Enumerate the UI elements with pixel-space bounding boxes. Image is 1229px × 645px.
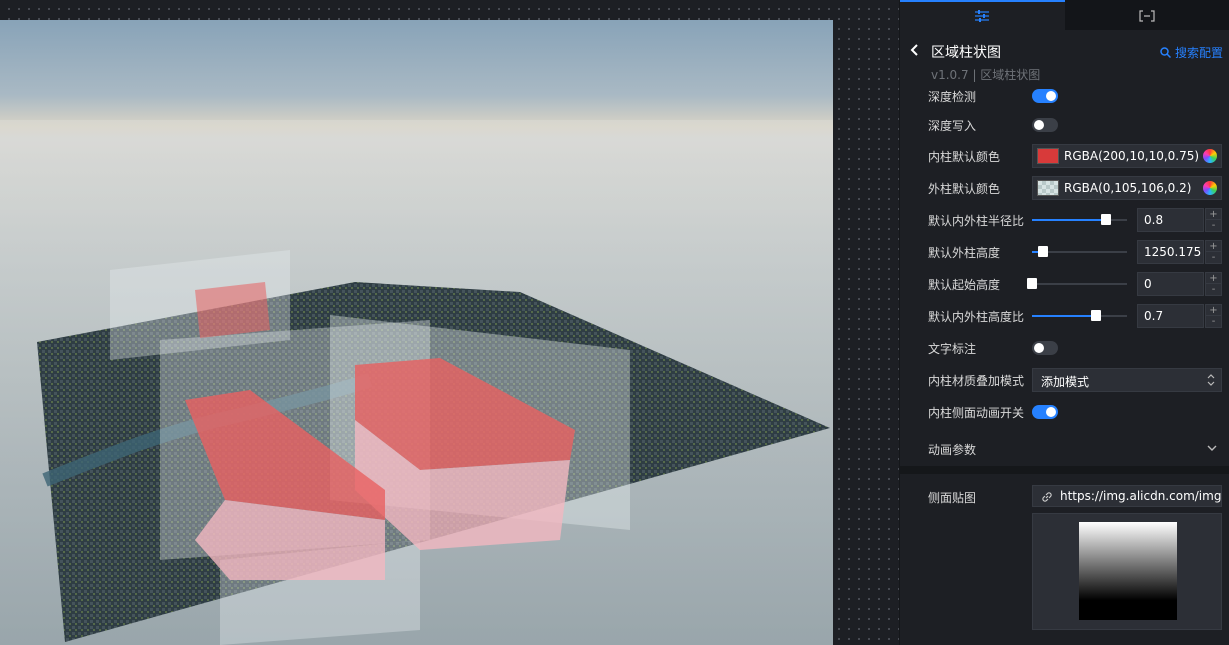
link-icon	[1042, 492, 1052, 502]
sliders-icon	[975, 10, 990, 22]
increment-button[interactable]: +	[1205, 208, 1222, 220]
row-blend-mode: 内柱材质叠加模式 添加模式	[900, 366, 1229, 394]
divider	[900, 466, 1229, 474]
version-info: v1.0.7 | 区域柱状图	[931, 68, 1041, 82]
row-height-ratio: 默认内外柱高度比 0.7 + -	[900, 302, 1229, 330]
text-label-label: 文字标注	[928, 342, 977, 356]
chevron-down-icon	[1207, 445, 1217, 451]
scene-drawing	[0, 120, 833, 645]
row-depth-write: 深度写入	[900, 111, 1229, 139]
search-config-label: 搜索配置	[1174, 46, 1223, 60]
texture-preview[interactable]	[1032, 513, 1222, 630]
texture-preview-image	[1079, 522, 1177, 620]
text-label-toggle[interactable]	[1032, 341, 1058, 355]
slider-handle[interactable]	[1027, 278, 1037, 289]
decrement-button[interactable]: -	[1205, 284, 1222, 296]
inner-column-top	[195, 282, 270, 338]
decrement-button[interactable]: -	[1205, 252, 1222, 264]
increment-button[interactable]: +	[1205, 240, 1222, 252]
row-depth-test: 深度检测	[900, 88, 1229, 110]
slider-handle[interactable]	[1091, 310, 1101, 321]
row-start-height: 默认起始高度 0 + -	[900, 270, 1229, 298]
start-height-input[interactable]: 0	[1137, 272, 1204, 296]
inner-color-picker[interactable]: RGBA(200,10,10,0.75)	[1032, 144, 1222, 168]
side-anim-label: 内柱侧面动画开关	[928, 406, 1025, 420]
radius-ratio-stepper[interactable]: + -	[1205, 208, 1222, 232]
canvas-stage	[0, 0, 900, 645]
row-inner-color: 内柱默认颜色 RGBA(200,10,10,0.75)	[900, 142, 1229, 170]
panel-header: 区域柱状图 搜索配置 v1.0.7 | 区域柱状图	[900, 30, 1229, 88]
inner-color-label: 内柱默认颜色	[928, 150, 1001, 164]
outer-color-picker[interactable]: RGBA(0,105,106,0.2)	[1032, 176, 1222, 200]
row-outer-color: 外柱默认颜色 RGBA(0,105,106,0.2)	[900, 174, 1229, 202]
depth-write-toggle[interactable]	[1032, 118, 1058, 132]
config-list: 深度检测 深度写入 内柱默认颜色 RGBA(200,10,10,0.75) 外柱…	[900, 88, 1229, 465]
tab-code[interactable]	[1065, 0, 1229, 30]
height-ratio-input[interactable]: 0.7	[1137, 304, 1204, 328]
tab-settings[interactable]	[900, 0, 1065, 30]
map-3d-preview[interactable]	[0, 20, 833, 645]
search-icon	[1160, 47, 1171, 58]
bracket-icon	[1139, 10, 1155, 22]
row-text-label: 文字标注	[900, 334, 1229, 362]
row-radius-ratio: 默认内外柱半径比 0.8 + -	[900, 206, 1229, 234]
color-wheel-icon[interactable]	[1203, 181, 1217, 195]
radius-ratio-label: 默认内外柱半径比	[928, 214, 1025, 228]
search-config-button[interactable]: 搜索配置	[1160, 44, 1223, 61]
start-height-stepper[interactable]: + -	[1205, 272, 1222, 296]
blend-mode-value: 添加模式	[1041, 375, 1090, 389]
radius-ratio-slider[interactable]	[1032, 214, 1127, 225]
increment-button[interactable]: +	[1205, 272, 1222, 284]
outer-height-label: 默认外柱高度	[928, 246, 1001, 260]
start-height-label: 默认起始高度	[928, 278, 1001, 292]
anim-params-label: 动画参数	[928, 443, 977, 457]
side-texture-label: 侧面贴图	[928, 491, 977, 505]
inner-color-value: RGBA(200,10,10,0.75)	[1064, 149, 1200, 163]
outer-color-value: RGBA(0,105,106,0.2)	[1064, 181, 1192, 195]
row-outer-height: 默认外柱高度 1250.175 + -	[900, 238, 1229, 266]
height-ratio-stepper[interactable]: + -	[1205, 304, 1222, 328]
color-wheel-icon[interactable]	[1203, 149, 1217, 163]
config-panel: 区域柱状图 搜索配置 v1.0.7 | 区域柱状图 深度检测 深度写入 内柱默认…	[900, 0, 1229, 645]
depth-test-toggle[interactable]	[1032, 89, 1058, 103]
outer-height-input[interactable]: 1250.175	[1137, 240, 1204, 264]
updown-caret-icon	[1207, 374, 1215, 386]
side-texture-url: https://img.alicdn.com/imgextra/	[1060, 489, 1222, 503]
outer-color-swatch[interactable]	[1037, 180, 1059, 196]
outer-color-label: 外柱默认颜色	[928, 182, 1001, 196]
back-arrow-icon[interactable]	[908, 42, 922, 58]
anim-params-section[interactable]: 动画参数	[900, 429, 1229, 465]
row-side-texture: 侧面贴图 https://img.alicdn.com/imgextra/	[900, 474, 1229, 645]
page-title: 区域柱状图	[931, 45, 1001, 61]
outer-height-slider[interactable]	[1032, 246, 1127, 257]
height-ratio-slider[interactable]	[1032, 310, 1127, 321]
radius-ratio-input[interactable]: 0.8	[1137, 208, 1204, 232]
depth-write-label: 深度写入	[928, 119, 977, 133]
slider-handle[interactable]	[1101, 214, 1111, 225]
blend-mode-select[interactable]: 添加模式	[1032, 368, 1222, 392]
inner-color-swatch[interactable]	[1037, 148, 1059, 164]
height-ratio-label: 默认内外柱高度比	[928, 310, 1025, 324]
decrement-button[interactable]: -	[1205, 220, 1222, 232]
blend-mode-label: 内柱材质叠加模式	[928, 374, 1025, 388]
side-anim-toggle[interactable]	[1032, 405, 1058, 419]
row-side-anim: 内柱侧面动画开关	[900, 398, 1229, 426]
start-height-slider[interactable]	[1027, 278, 1127, 289]
increment-button[interactable]: +	[1205, 304, 1222, 316]
outer-height-stepper[interactable]: + -	[1205, 240, 1222, 264]
side-texture-url-input[interactable]: https://img.alicdn.com/imgextra/	[1032, 485, 1222, 507]
depth-test-label: 深度检测	[928, 90, 977, 104]
slider-handle[interactable]	[1038, 246, 1048, 257]
decrement-button[interactable]: -	[1205, 316, 1222, 328]
panel-tabs	[900, 0, 1229, 30]
